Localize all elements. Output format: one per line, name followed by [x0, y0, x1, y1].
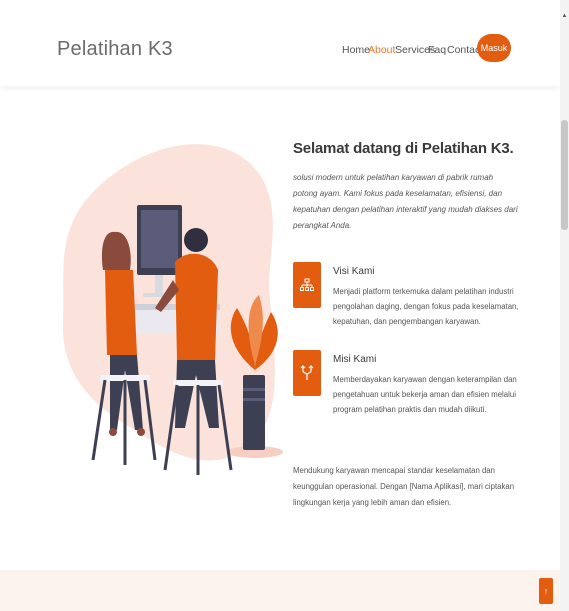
login-button[interactable]: Masuk: [477, 34, 511, 62]
nav-home[interactable]: Home: [342, 44, 370, 56]
about-illustration: [62, 144, 283, 475]
feature-desc: Memberdayakan karyawan dengan keterampil…: [333, 375, 517, 414]
site-header: Pelatihan K3 Home About Services Faq Con…: [0, 0, 560, 86]
scroll-up-icon[interactable]: ▲: [561, 12, 568, 20]
network-icon: [293, 262, 321, 308]
next-section-band: [0, 570, 560, 611]
about-closing: Mendukung karyawan mencapai standar kese…: [293, 466, 515, 507]
page-scrollbar[interactable]: ▲: [560, 0, 569, 611]
arrows-split-icon: [293, 350, 321, 396]
back-to-top-button[interactable]: ↑: [539, 578, 553, 604]
about-intro: solusi modern untuk pelatihan karyawan d…: [293, 173, 518, 230]
nav-faq[interactable]: Faq: [428, 44, 446, 56]
feature-title: Misi Kami: [333, 354, 377, 365]
nav-about[interactable]: About: [368, 44, 395, 56]
feature-desc: Menjadi platform terkemuka dalam pelatih…: [333, 287, 519, 326]
feature-title: Visi Kami: [333, 266, 375, 277]
arrow-up-icon: ↑: [543, 586, 549, 596]
scroll-thumb[interactable]: [561, 120, 568, 230]
site-logo[interactable]: Pelatihan K3: [57, 38, 173, 61]
about-heading: Selamat datang di Pelatihan K3.: [293, 140, 514, 157]
